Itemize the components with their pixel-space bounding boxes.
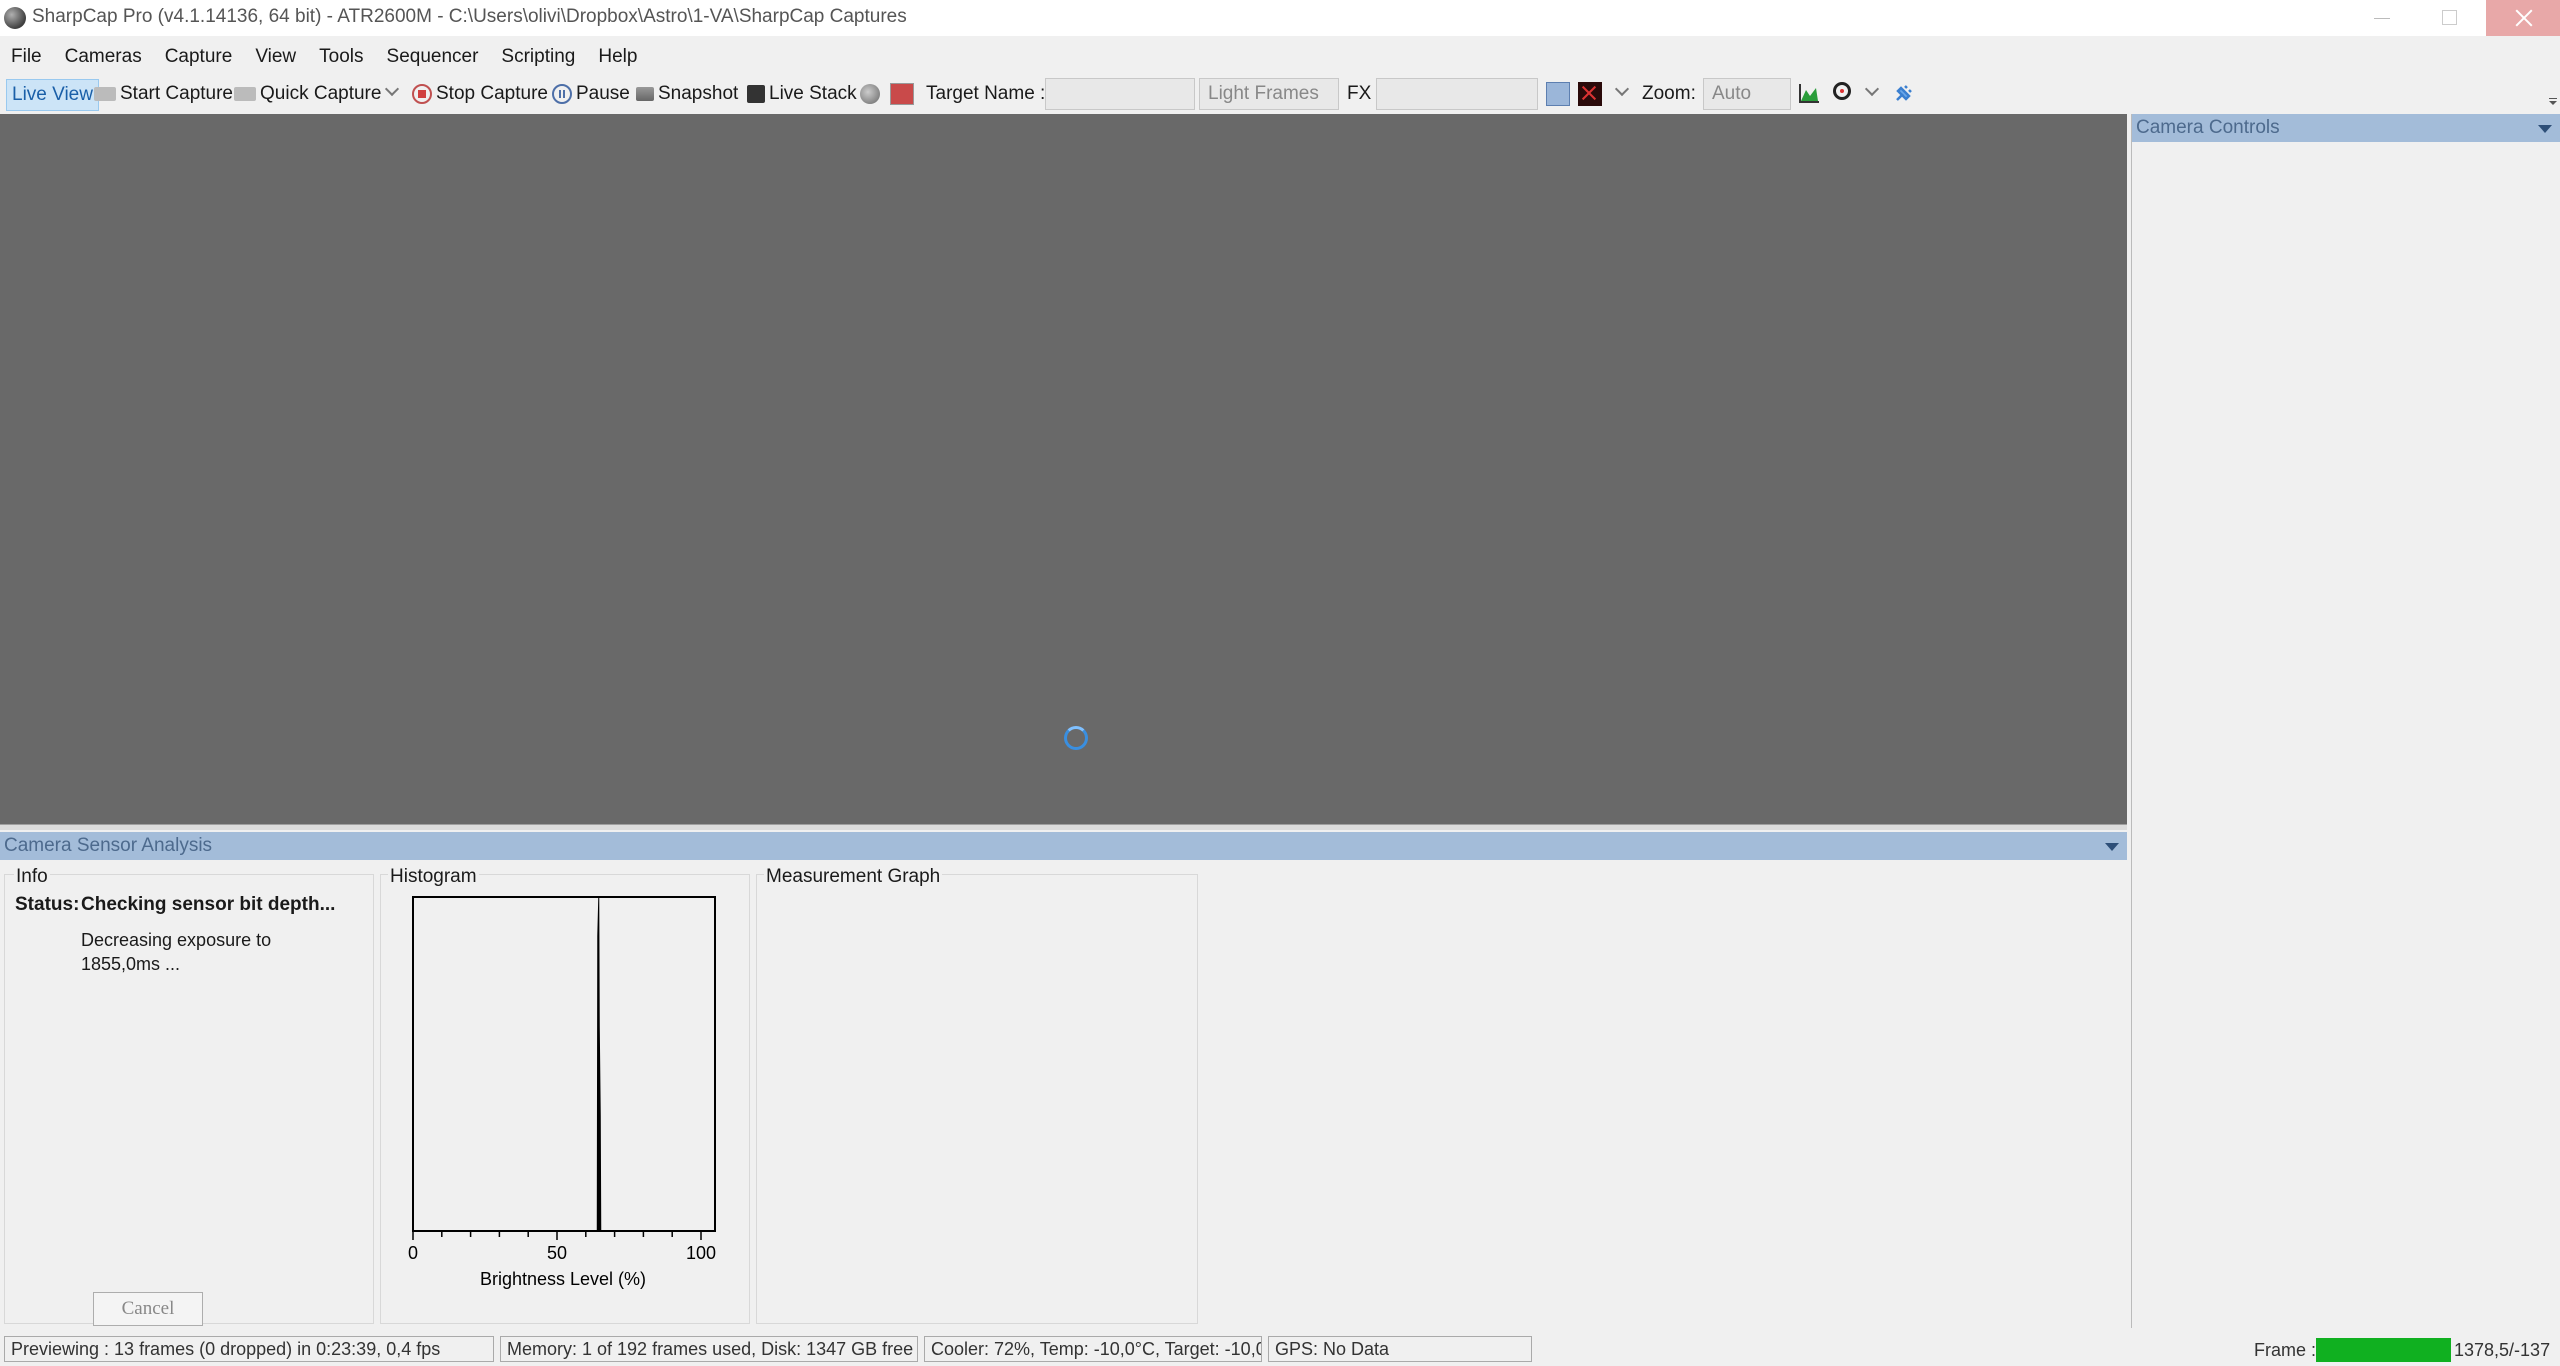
quick-capture-label: Quick Capture bbox=[260, 83, 382, 104]
quick-capture-dropdown-icon[interactable] bbox=[384, 81, 400, 97]
sensor-analysis-header[interactable]: Camera Sensor Analysis bbox=[0, 832, 2127, 860]
menu-file[interactable]: File bbox=[0, 46, 54, 68]
zoom-tool-icon[interactable] bbox=[1833, 82, 1851, 100]
live-stack-icon bbox=[747, 85, 765, 103]
zoom-label: Zoom: bbox=[1642, 83, 1696, 104]
histogram-ticks bbox=[412, 1231, 702, 1240]
menu-view[interactable]: View bbox=[244, 46, 308, 68]
status-detail: Decreasing exposure to 1855,0ms ... bbox=[81, 930, 272, 974]
histogram-title: Histogram bbox=[388, 866, 479, 888]
menu-help[interactable]: Help bbox=[587, 46, 649, 68]
sensor-analysis-title: Camera Sensor Analysis bbox=[4, 835, 213, 856]
status-previewing: Previewing : 13 frames (0 dropped) in 0:… bbox=[4, 1336, 494, 1362]
pause-icon bbox=[552, 84, 572, 104]
panel-splitter[interactable] bbox=[0, 824, 2127, 830]
snapshot-icon bbox=[636, 87, 654, 101]
live-image-viewport[interactable] bbox=[0, 114, 2127, 824]
stop-capture-label: Stop Capture bbox=[436, 83, 548, 104]
stop-icon bbox=[412, 84, 432, 104]
frame-type-select[interactable]: Light Frames bbox=[1199, 78, 1339, 110]
snapshot-label: Snapshot bbox=[658, 83, 739, 104]
live-stack-button[interactable]: Live Stack bbox=[747, 78, 857, 110]
minimize-button[interactable] bbox=[2348, 0, 2416, 36]
camera-controls-panel: Camera Controls bbox=[2131, 114, 2560, 1328]
frame-label: Frame : bbox=[2254, 1340, 2317, 1360]
measurement-graph-title: Measurement Graph bbox=[764, 866, 943, 888]
menu-cameras[interactable]: Cameras bbox=[54, 46, 154, 68]
start-capture-button[interactable]: Start Capture bbox=[94, 78, 233, 110]
fx-select[interactable] bbox=[1376, 78, 1538, 110]
camera-icon bbox=[234, 87, 256, 101]
status-bar: Previewing : 13 frames (0 dropped) in 0:… bbox=[0, 1330, 2560, 1366]
focus-assist-icon[interactable] bbox=[1578, 82, 1602, 106]
histogram-chart: 0 50 100 Brightness Level (%) bbox=[408, 896, 716, 1289]
menu-sequencer[interactable]: Sequencer bbox=[376, 46, 491, 68]
target-name-label: Target Name : bbox=[926, 83, 1046, 104]
red-filter-icon bbox=[890, 83, 914, 105]
status-value: Checking sensor bit depth... bbox=[81, 894, 336, 915]
camera-icon bbox=[94, 87, 116, 101]
pause-label: Pause bbox=[576, 83, 630, 104]
fx-label: FX bbox=[1347, 83, 1372, 104]
histogram-tick-50: 50 bbox=[547, 1243, 567, 1263]
zoom-select[interactable]: Auto bbox=[1703, 78, 1791, 110]
live-view-button[interactable]: Live View bbox=[6, 79, 99, 111]
status-memory: Memory: 1 of 192 frames used, Disk: 1347… bbox=[500, 1336, 918, 1362]
menu-scripting[interactable]: Scripting bbox=[490, 46, 587, 68]
collapse-icon[interactable] bbox=[2538, 125, 2552, 133]
histogram-plot-frame bbox=[412, 896, 716, 1232]
camera-controls-header[interactable]: Camera Controls bbox=[2132, 114, 2560, 142]
loading-spinner-icon bbox=[1064, 726, 1088, 750]
plugin-icon[interactable] bbox=[1893, 82, 1915, 104]
camera-controls-title: Camera Controls bbox=[2136, 117, 2280, 138]
pause-button[interactable]: Pause bbox=[552, 78, 630, 110]
histogram-xlabel: Brightness Level (%) bbox=[480, 1269, 646, 1289]
collapse-icon[interactable] bbox=[2105, 843, 2119, 851]
status-cooler: Cooler: 72%, Temp: -10,0°C, Target: -10,… bbox=[924, 1336, 1262, 1362]
status-label: Status: bbox=[15, 894, 80, 915]
cancel-button[interactable]: Cancel bbox=[93, 1292, 203, 1326]
menu-bar: File Cameras Capture View Tools Sequence… bbox=[0, 40, 649, 74]
status-gps: GPS: No Data bbox=[1268, 1336, 1532, 1362]
sharpcap-app-icon bbox=[4, 7, 26, 29]
close-button[interactable] bbox=[2486, 0, 2560, 36]
reticle-icon[interactable] bbox=[1546, 82, 1570, 106]
red-tool-button[interactable] bbox=[890, 78, 918, 110]
histogram-tick-0: 0 bbox=[408, 1243, 418, 1263]
sensor-analysis-panel: Camera Sensor Analysis Info Status: Chec… bbox=[0, 832, 2127, 1328]
quick-capture-button[interactable]: Quick Capture bbox=[234, 78, 381, 110]
info-title: Info bbox=[14, 866, 50, 888]
toolbar: Live View Start Capture Quick Capture St… bbox=[0, 74, 2560, 114]
toolbar-overflow-icon[interactable] bbox=[2548, 96, 2558, 106]
target-name-input[interactable] bbox=[1045, 78, 1195, 110]
maximize-button[interactable] bbox=[2416, 0, 2484, 36]
histogram-tick-100: 100 bbox=[686, 1243, 716, 1263]
menu-capture[interactable]: Capture bbox=[154, 46, 245, 68]
live-stack-label: Live Stack bbox=[769, 83, 857, 104]
title-bar: SharpCap Pro (v4.1.14136, 64 bit) - ATR2… bbox=[0, 0, 2560, 36]
moon-tool-button[interactable] bbox=[860, 78, 884, 110]
window-title: SharpCap Pro (v4.1.14136, 64 bit) - ATR2… bbox=[32, 6, 907, 27]
stop-capture-button[interactable]: Stop Capture bbox=[412, 78, 548, 110]
snapshot-button[interactable]: Snapshot bbox=[636, 78, 738, 110]
tool-dropdown-icon[interactable] bbox=[1614, 81, 1630, 97]
frame-coords: 1378,5/-137 bbox=[2454, 1340, 2551, 1360]
measurement-graph-group bbox=[756, 874, 1198, 1324]
frame-progress-bar bbox=[2316, 1338, 2451, 1362]
zoom-tool-dropdown-icon[interactable] bbox=[1864, 81, 1880, 97]
start-capture-label: Start Capture bbox=[120, 83, 233, 104]
menu-tools[interactable]: Tools bbox=[308, 46, 375, 68]
moon-icon bbox=[860, 84, 880, 104]
histogram-icon[interactable] bbox=[1798, 82, 1820, 104]
